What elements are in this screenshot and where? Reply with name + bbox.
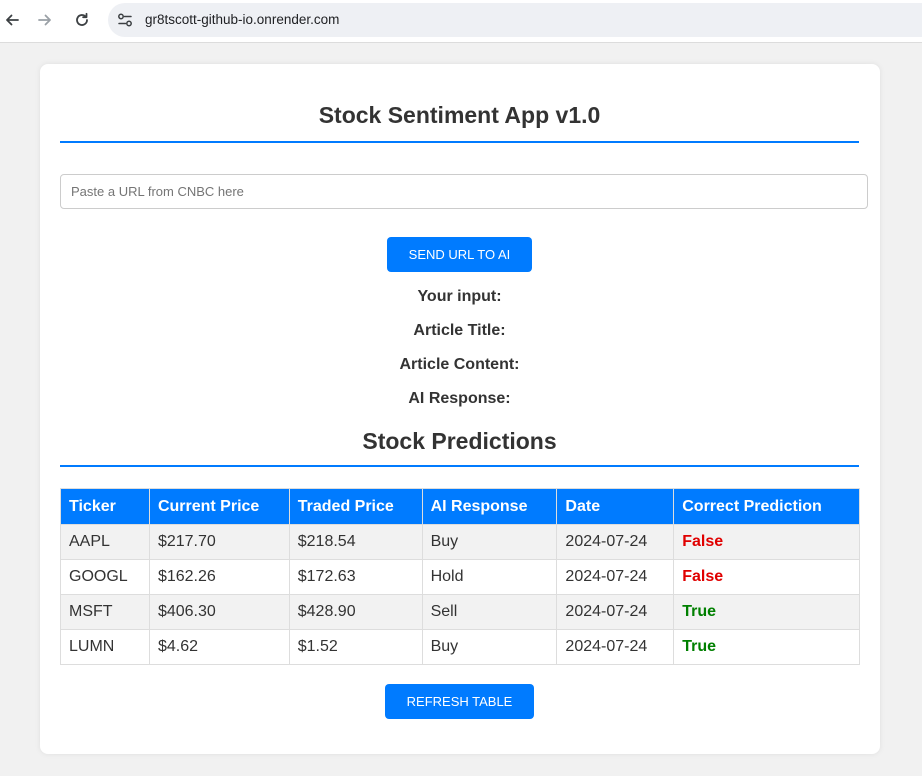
article-content-label: Article Content:: [399, 356, 520, 373]
table-row: GOOGL $162.26 $172.63 Hold 2024-07-24 Fa…: [60, 559, 860, 595]
forward-button[interactable]: [33, 8, 57, 32]
cell-traded-price: $218.54: [288, 524, 423, 560]
ai-response-label: AI Response:: [408, 390, 511, 407]
column-header-correct-prediction: Correct Prediction: [673, 488, 860, 525]
reload-icon: [76, 12, 88, 26]
send-url-button[interactable]: SEND URL TO AI: [387, 237, 532, 272]
cell-traded-price: $172.63: [288, 559, 423, 595]
cell-current-price: $217.70: [148, 524, 290, 560]
address-url: gr8tscott-github-io.onrender.com: [145, 12, 340, 27]
cell-ticker: GOOGL: [60, 559, 150, 595]
your-input-label: Your input:: [417, 288, 502, 305]
arrow-right-icon: [38, 14, 51, 26]
cell-ticker: MSFT: [60, 594, 150, 630]
cell-date: 2024-07-24: [556, 524, 675, 560]
cell-correct-prediction: False: [673, 524, 860, 560]
predictions-divider: [60, 465, 859, 467]
cell-correct-prediction: True: [673, 629, 860, 665]
cell-ai-response: Buy: [421, 524, 558, 560]
cell-current-price: $4.62: [148, 629, 290, 665]
cell-ticker: LUMN: [60, 629, 150, 665]
cell-date: 2024-07-24: [556, 559, 675, 595]
arrow-left-icon: [6, 14, 19, 26]
address-bar[interactable]: gr8tscott-github-io.onrender.com: [108, 3, 922, 37]
cell-ticker: AAPL: [60, 524, 150, 560]
browser-toolbar: gr8tscott-github-io.onrender.com: [0, 0, 922, 43]
cell-ai-response: Buy: [421, 629, 558, 665]
title-divider: [60, 141, 859, 143]
cell-current-price: $162.26: [148, 559, 290, 595]
table-row: MSFT $406.30 $428.90 Sell 2024-07-24 Tru…: [60, 594, 860, 630]
reload-button[interactable]: [70, 8, 94, 32]
cell-correct-prediction: False: [673, 559, 860, 595]
column-header-ticker: Ticker: [60, 488, 150, 525]
cell-traded-price: $428.90: [288, 594, 423, 630]
column-header-current-price: Current Price: [148, 488, 290, 525]
app-card: Stock Sentiment App v1.0 SEND URL TO AI …: [40, 64, 880, 754]
back-button[interactable]: [0, 8, 24, 32]
predictions-title: Stock Predictions: [362, 428, 557, 454]
cell-ai-response: Sell: [421, 594, 558, 630]
article-title-label: Article Title:: [413, 322, 506, 339]
cell-date: 2024-07-24: [556, 629, 675, 665]
cell-ai-response: Hold: [421, 559, 558, 595]
table-row: AAPL $217.70 $218.54 Buy 2024-07-24 Fals…: [60, 524, 860, 560]
column-header-date: Date: [556, 488, 675, 525]
page-title: Stock Sentiment App v1.0: [318, 102, 601, 128]
site-settings-icon[interactable]: [116, 11, 134, 29]
column-header-ai-response: AI Response: [421, 488, 558, 525]
table-row: LUMN $4.62 $1.52 Buy 2024-07-24 True: [60, 629, 860, 665]
table-header-row: Ticker Current Price Traded Price AI Res…: [60, 488, 860, 525]
cell-date: 2024-07-24: [556, 594, 675, 630]
cell-traded-price: $1.52: [288, 629, 423, 665]
cell-correct-prediction: True: [673, 594, 860, 630]
cell-current-price: $406.30: [148, 594, 290, 630]
url-input[interactable]: [60, 174, 868, 209]
refresh-table-button[interactable]: REFRESH TABLE: [385, 684, 534, 719]
column-header-traded-price: Traded Price: [288, 488, 423, 525]
predictions-table: Ticker Current Price Traded Price AI Res…: [60, 488, 860, 665]
